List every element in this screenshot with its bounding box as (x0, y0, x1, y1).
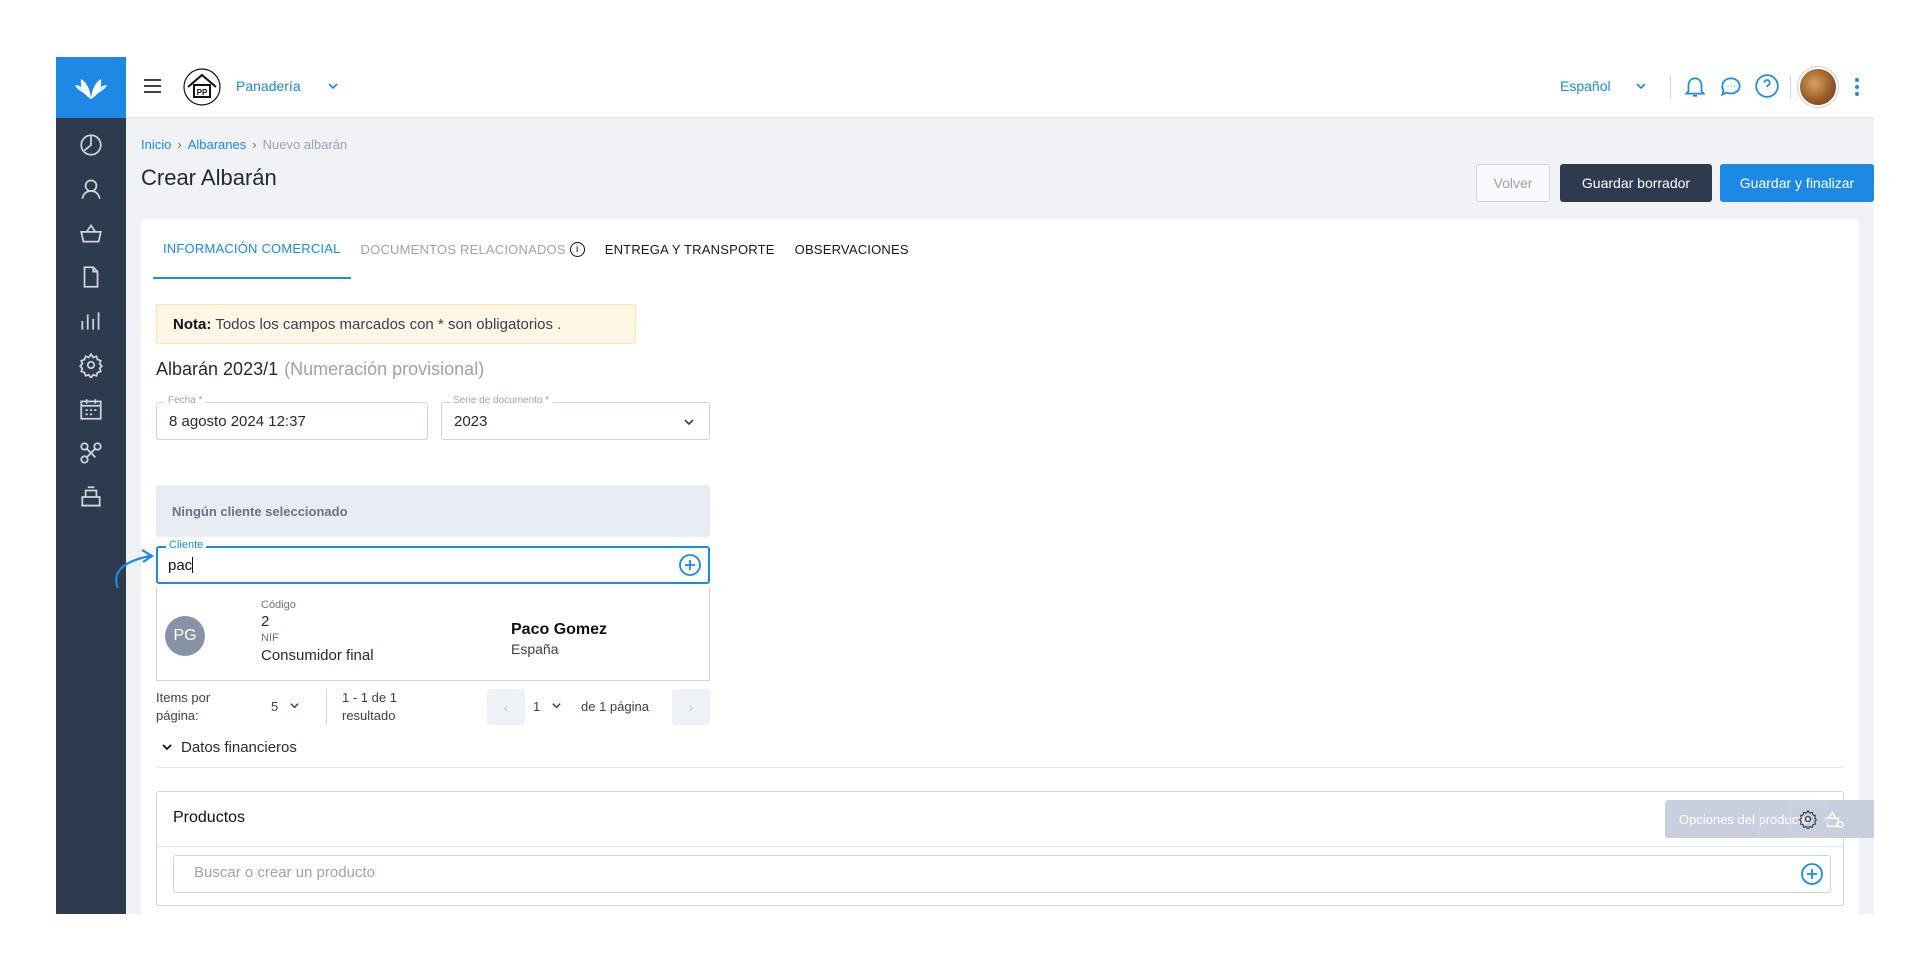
divider (1670, 75, 1671, 99)
financial-data-toggle[interactable]: Datos financieros (161, 739, 297, 756)
code-value: 2 (261, 613, 270, 630)
nif-label: NIF (261, 632, 279, 644)
series-field-value: 2023 (454, 413, 488, 430)
user-avatar[interactable] (1798, 67, 1838, 107)
menu-icon[interactable] (140, 75, 166, 101)
total-pages: de 1 página (581, 699, 649, 714)
next-page-button[interactable]: › (672, 689, 710, 725)
client-result-row[interactable]: PG Código 2 NIF Consumidor final Paco Go… (156, 587, 710, 681)
required-fields-note: Nota: Todos los campos marcados con * son… (156, 304, 636, 344)
sidebar-pos-icon[interactable] (56, 477, 126, 517)
sidebar-calendar-icon[interactable] (56, 389, 126, 429)
page-select[interactable]: 1 (533, 699, 562, 714)
svg-text:PP: PP (197, 88, 208, 97)
app-logo[interactable] (56, 57, 126, 118)
breadcrumb: Inicio › Albaranes › Nuevo albarán (141, 137, 348, 152)
annotation-arrow-icon (115, 549, 155, 589)
products-title: Productos (173, 809, 246, 826)
prev-page-button[interactable]: ‹ (487, 689, 525, 725)
items-per-page-label: Items por página: (156, 690, 211, 723)
divider (1759, 802, 1760, 836)
client-type: Consumidor final (261, 647, 374, 664)
divider (326, 689, 327, 725)
chevron-down-icon (684, 419, 694, 426)
items-per-page-select[interactable]: 5 (271, 699, 300, 714)
sidebar-settings-icon[interactable] (56, 345, 126, 385)
sidebar-basket-icon[interactable] (56, 213, 126, 253)
date-field-label: Fecha * (165, 395, 206, 406)
chevron-down-icon[interactable] (1634, 79, 1648, 93)
sidebar-integrations-icon[interactable] (56, 433, 126, 473)
tab-commercial-info[interactable]: INFORMACIÓN COMERCIAL (153, 219, 351, 279)
product-options-button: Opciones del producto (1665, 800, 1874, 838)
page-title: Crear Albarán (141, 165, 277, 190)
add-client-icon[interactable] (678, 553, 702, 577)
chevron-down-icon (290, 703, 299, 709)
tab-related-documents[interactable]: DOCUMENTOS RELACIONADOS i (351, 219, 595, 279)
chevron-down-icon (552, 703, 561, 709)
chat-icon[interactable] (1718, 73, 1744, 99)
page-number: 1 (533, 699, 541, 714)
provisional-numbering: (Numeración provisional) (284, 359, 485, 379)
add-product-icon[interactable] (1800, 862, 1824, 886)
product-settings-button[interactable] (1789, 800, 1827, 838)
note-text: Todos los campos marcados con * son obli… (215, 315, 562, 333)
client-field-label: Cliente (166, 539, 207, 551)
date-field[interactable]: Fecha * 8 agosto 2024 12:37 (156, 395, 428, 440)
client-name: Paco Gomez (511, 621, 608, 638)
company-logo-icon: PP (183, 68, 221, 106)
tab-bar: INFORMACIÓN COMERCIAL DOCUMENTOS RELACIO… (153, 219, 919, 279)
items-per-page-value: 5 (271, 699, 279, 714)
product-search-input[interactable] (194, 864, 1754, 881)
breadcrumb-albaranes[interactable]: Albaranes (188, 137, 247, 152)
client-country: España (511, 641, 559, 657)
gear-icon (1798, 809, 1818, 829)
date-field-value: 8 agosto 2024 12:37 (169, 413, 306, 430)
document-series-select[interactable]: Serie de documento * 2023 (441, 395, 710, 440)
main-card: INFORMACIÓN COMERCIAL DOCUMENTOS RELACIO… (141, 219, 1874, 914)
sidebar-dashboard-icon[interactable] (56, 125, 126, 165)
divider (156, 767, 1844, 768)
info-icon: i (569, 241, 585, 257)
tab-observations[interactable]: OBSERVACIONES (785, 219, 919, 279)
chevron-down-icon[interactable] (326, 79, 340, 93)
divider (1790, 75, 1791, 99)
back-button[interactable]: Volver (1476, 164, 1550, 202)
pagination: Items por página: 5 1 - 1 de 1 resultado… (156, 687, 710, 727)
albaran-number-text: Albarán 2023/1 (156, 359, 279, 379)
chevron-down-icon (162, 744, 172, 751)
save-finish-button[interactable]: Guardar y finalizar (1720, 164, 1874, 202)
financial-data-label: Datos financieros (181, 739, 297, 756)
company-selector[interactable]: Panadería (236, 78, 301, 94)
sidebar (56, 57, 126, 914)
product-search-field[interactable] (173, 855, 1831, 893)
help-icon[interactable] (1754, 73, 1780, 99)
save-draft-button[interactable]: Guardar borrador (1560, 164, 1712, 202)
app-window: PP Panadería Español Inicio › Albaranes › Nu… (56, 57, 1874, 914)
results-range: 1 - 1 de 1 resultado (342, 690, 397, 723)
more-options-icon[interactable] (1854, 75, 1860, 101)
client-avatar: PG (165, 616, 205, 656)
tab-label: DOCUMENTOS RELACIONADOS (360, 241, 566, 257)
sidebar-document-icon[interactable] (56, 257, 126, 297)
notifications-bell-icon[interactable] (1682, 73, 1708, 99)
breadcrumb-home[interactable]: Inicio (141, 137, 171, 152)
no-client-banner: Ningún cliente seleccionado (156, 485, 710, 537)
breadcrumb-current: Nuevo albarán (262, 137, 348, 152)
language-selector[interactable]: Español (1560, 78, 1611, 94)
top-bar: PP Panadería Español (126, 57, 1874, 118)
tab-delivery-transport[interactable]: ENTREGA Y TRANSPORTE (595, 219, 785, 279)
leaf-logo-icon (75, 78, 107, 99)
sidebar-reports-icon[interactable] (56, 301, 126, 341)
series-field-label: Serie de documento * (450, 395, 553, 406)
products-panel: Productos Opciones del producto (156, 791, 1874, 906)
sidebar-contacts-icon[interactable] (56, 169, 126, 209)
albaran-number: Albarán 2023/1 (Numeración provisional) (156, 359, 484, 380)
client-search-input[interactable]: Cliente pac (156, 539, 710, 584)
client-input-value: pac (168, 557, 193, 574)
note-label: Nota: (173, 315, 212, 333)
divider (157, 846, 1843, 847)
code-label: Código (261, 599, 296, 611)
